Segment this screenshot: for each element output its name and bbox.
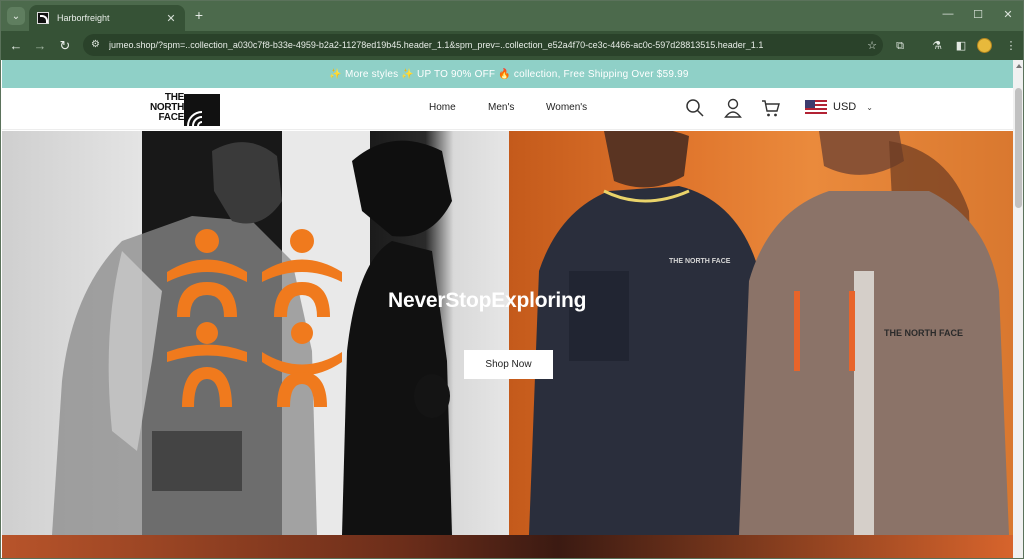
minimize-icon[interactable]: — — [941, 8, 955, 20]
figure-graphic-icon — [167, 229, 342, 407]
url-text[interactable]: jumeo.shop/?spm=..collection_a030c7f8-b3… — [109, 40, 861, 50]
next-banner-preview — [2, 535, 1013, 558]
maximize-icon[interactable]: ☐ — [971, 8, 985, 21]
half-dome-logo-icon — [184, 94, 220, 126]
site-info-icon[interactable]: ⚙ — [91, 39, 103, 51]
new-tab-icon[interactable]: + — [191, 7, 207, 23]
scroll-up-icon[interactable] — [1016, 64, 1022, 68]
tab-title: Harborfreight — [57, 13, 110, 23]
address-bar[interactable]: ⚙ jumeo.shop/?spm=..collection_a030c7f8-… — [83, 34, 883, 56]
hero-title: NeverStopExploring — [388, 289, 587, 312]
sparkle-icon: ✨ — [329, 68, 343, 80]
browser-tab[interactable]: Harborfreight ✕ — [29, 5, 185, 31]
hero-banner[interactable]: THE NORTH FACE THE NORTH FACE NeverStopE… — [2, 131, 1013, 535]
scrollbar-thumb[interactable] — [1015, 88, 1022, 208]
us-flag-icon — [805, 100, 827, 114]
vest-logo: THE NORTH FACE — [669, 258, 731, 265]
vest-logo: THE NORTH FACE — [884, 328, 963, 338]
models-photo: THE NORTH FACE THE NORTH FACE — [529, 131, 1009, 535]
hero-right-panel: THE NORTH FACE THE NORTH FACE — [509, 131, 1013, 535]
page-scrollbar[interactable] — [1013, 60, 1023, 558]
browser-window: ⌄ Harborfreight ✕ + — ☐ ✕ ← → ↻ ⚙ jumeo.… — [0, 0, 1024, 559]
site-header: THE NORTH FACE Home Men's Women's USD ⌄ — [2, 88, 1013, 130]
web-page: ✨ More styles ✨ UP TO 90% OFF 🔥 collecti… — [2, 60, 1013, 558]
runner-photo — [342, 140, 452, 535]
currency-code: USD — [833, 101, 857, 113]
currency-selector[interactable]: USD ⌄ — [805, 100, 873, 114]
tab-search-icon[interactable]: ⌄ — [7, 7, 25, 25]
browser-toolbar: ← → ↻ ⚙ jumeo.shop/?spm=..collection_a03… — [1, 31, 1023, 60]
forward-icon[interactable]: → — [31, 37, 49, 55]
logo-wordmark: THE NORTH FACE — [149, 92, 184, 123]
side-panel-icon[interactable]: ◧ — [953, 38, 969, 54]
account-icon[interactable] — [723, 98, 743, 118]
tab-close-icon[interactable]: ✕ — [165, 12, 177, 25]
announcement-bar: ✨ More styles ✨ UP TO 90% OFF 🔥 collecti… — [2, 60, 1013, 88]
fire-icon: 🔥 — [498, 68, 511, 80]
reload-icon[interactable]: ↻ — [56, 37, 74, 55]
nav-mens[interactable]: Men's — [488, 102, 514, 113]
cart-icon[interactable] — [761, 98, 781, 118]
brand-logo[interactable]: THE NORTH FACE — [144, 92, 220, 126]
hero-left-panel — [2, 131, 509, 535]
shop-now-button[interactable]: Shop Now — [464, 350, 553, 379]
announcement-text-2: UP TO 90% OFF — [417, 68, 496, 80]
labs-flask-icon[interactable]: ⚗ — [929, 38, 945, 54]
search-icon[interactable] — [685, 98, 705, 118]
sparkle-icon: ✨ — [401, 68, 415, 80]
profile-avatar-icon[interactable] — [977, 38, 992, 53]
chevron-down-icon: ⌄ — [866, 102, 873, 112]
window-close-icon[interactable]: ✕ — [1001, 8, 1015, 21]
back-icon[interactable]: ← — [7, 37, 25, 55]
nav-home[interactable]: Home — [429, 102, 456, 113]
extensions-icon[interactable]: ⧉ — [892, 38, 908, 54]
nav-womens[interactable]: Women's — [546, 102, 587, 113]
tab-strip: ⌄ Harborfreight ✕ + — ☐ ✕ — [1, 1, 1023, 31]
announcement-text-3: collection, Free Shipping Over $59.99 — [513, 68, 689, 80]
site-favicon-icon — [37, 12, 49, 24]
announcement-text-1: More styles — [345, 68, 399, 80]
bookmark-star-icon[interactable]: ☆ — [861, 39, 883, 52]
browser-menu-icon[interactable]: ⋮ — [1003, 38, 1019, 54]
